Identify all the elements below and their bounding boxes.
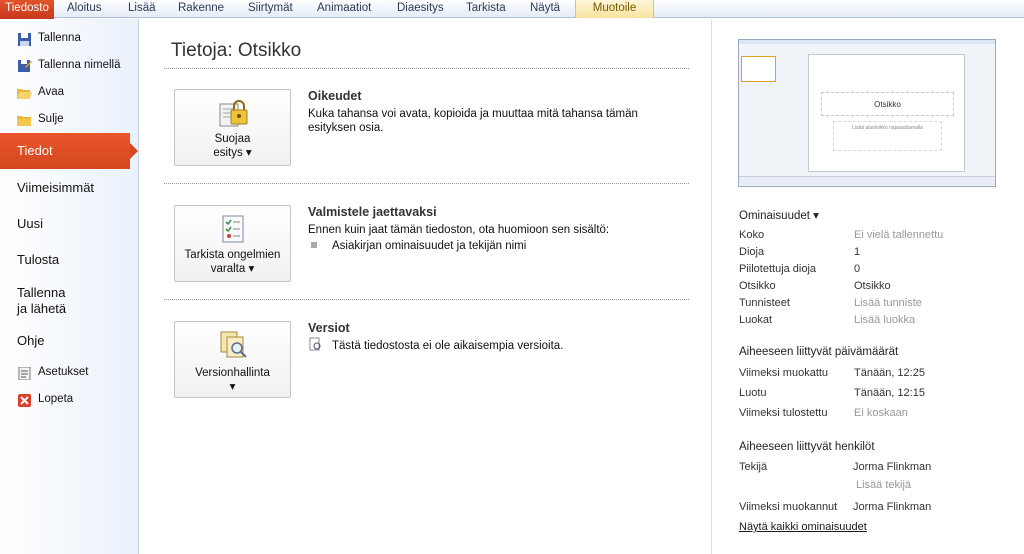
date-value: Tänään, 12:15 (854, 387, 925, 399)
recent-item[interactable]: Viimeisimmät (17, 180, 94, 195)
tab-transitions[interactable]: Siirtymät (248, 0, 293, 18)
prop-value: Ei vielä tallennettu (854, 229, 944, 241)
permissions-heading: Oikeudet (308, 89, 362, 103)
title-field[interactable]: Otsikko (854, 280, 891, 292)
version-info-icon (309, 337, 321, 351)
inspect-document-icon (222, 215, 244, 243)
properties-pane: Otsikko Lisää alaotsikko napsauttamalla … (711, 19, 1024, 554)
bullet-icon (311, 242, 317, 248)
related-people-header: Aiheeseen liittyvät henkilöt (739, 441, 875, 453)
prop-label: Otsikko (739, 280, 776, 292)
help-item[interactable]: Ohje (17, 333, 44, 348)
add-author-field[interactable]: Lisää tekijä (856, 479, 911, 491)
open-label: Avaa (38, 86, 65, 98)
manage-versions-button[interactable]: Versionhallinta ▾ (174, 321, 291, 398)
prop-label: Piilotettuja dioja (739, 263, 817, 275)
new-item[interactable]: Uusi (17, 216, 43, 231)
save-as-label: Tallenna nimellä (38, 59, 121, 71)
thumb-ribbon (739, 40, 995, 44)
tab-review[interactable]: Tarkista (466, 0, 506, 18)
tab-home[interactable]: Aloitus (67, 0, 102, 18)
permissions-text: Kuka tahansa voi avata, kopioida ja muut… (308, 108, 638, 134)
prop-label: Luokat (739, 314, 773, 326)
exit-label: Lopeta (38, 393, 74, 405)
prop-label: Koko (739, 229, 765, 241)
last-modified-by-label: Viimeksi muokannut (739, 501, 838, 513)
tab-insert[interactable]: Lisää (128, 0, 156, 18)
check-for-issues-label: Tarkista ongelmien varalta ▾ (184, 249, 281, 275)
date-label: Luotu (739, 387, 767, 399)
prepare-for-sharing-text: Ennen kuin jaat tämän tiedoston, ota huo… (308, 224, 610, 236)
date-value: Tänään, 12:25 (854, 367, 925, 379)
tab-design[interactable]: Rakenne (178, 0, 224, 18)
last-modified-by-name[interactable]: Jorma Flinkman (853, 501, 931, 513)
versions-icon (220, 331, 247, 358)
versions-text: Tästä tiedostosta ei ole aikaisempia ver… (332, 340, 564, 352)
save-icon (18, 33, 31, 46)
backstage-sidebar: Tallenna Tallenna nimellä Avaa Sulje Tie… (0, 19, 139, 554)
options-icon (18, 367, 31, 380)
divider (164, 68, 689, 69)
exit-icon (18, 394, 31, 407)
tab-file[interactable]: Tiedosto (0, 0, 54, 19)
save-as-icon (18, 60, 32, 72)
page-title: Tietoja: Otsikko (171, 40, 302, 61)
options-label: Asetukset (38, 366, 89, 378)
protect-presentation-label: Suojaa esitys ▾ (213, 133, 252, 159)
thumb-slide-mini (741, 56, 776, 82)
date-label: Viimeksi muokattu (739, 367, 829, 379)
prop-value: 0 (854, 263, 861, 275)
lock-icon (219, 100, 248, 127)
tab-view[interactable]: Näytä (530, 0, 560, 18)
open-folder-icon (17, 89, 32, 99)
thumb-slide-subtitle: Lisää alaotsikko napsauttamalla (833, 121, 942, 151)
tags-field[interactable]: Lisää tunniste (854, 297, 922, 309)
tab-format[interactable]: Muotoile (575, 0, 654, 18)
manage-versions-label: Versionhallinta ▾ (195, 367, 270, 393)
print-item[interactable]: Tulosta (17, 252, 59, 267)
tab-animations[interactable]: Animaatiot (317, 0, 371, 18)
prop-label: Dioja (739, 246, 765, 258)
prop-label: Tunnisteet (739, 297, 790, 309)
prop-value: 1 (854, 246, 861, 258)
thumb-statusbar (739, 176, 995, 185)
info-item-active[interactable]: Tiedot (0, 133, 138, 169)
presentation-thumbnail[interactable]: Otsikko Lisää alaotsikko napsauttamalla (738, 39, 996, 187)
info-pane: Tietoja: Otsikko Suojaa esitys ▾ Oikeude… (139, 19, 711, 554)
categories-field[interactable]: Lisää luokka (854, 314, 915, 326)
tab-slideshow[interactable]: Diaesitys (397, 0, 444, 18)
author-name[interactable]: Jorma Flinkman (853, 461, 931, 473)
ribbon-tabs: Tiedosto Aloitus Lisää Rakenne Siirtymät… (0, 0, 1024, 19)
date-value: Ei koskaan (854, 407, 908, 419)
divider (164, 299, 689, 300)
save-and-send-item[interactable]: Tallenna ja lähetä (17, 285, 66, 317)
close-folder-icon (17, 116, 31, 126)
prepare-for-sharing-heading: Valmistele jaettavaksi (308, 205, 437, 219)
date-label: Viimeksi tulostettu (739, 407, 828, 419)
thumb-slide-title: Otsikko (821, 92, 954, 116)
thumb-slide: Otsikko Lisää alaotsikko napsauttamalla (808, 54, 965, 172)
divider (164, 183, 689, 184)
versions-heading: Versiot (308, 321, 350, 335)
document-properties-bullet: Asiakirjan ominaisuudet ja tekijän nimi (332, 240, 527, 252)
close-label: Sulje (38, 113, 64, 125)
protect-presentation-button[interactable]: Suojaa esitys ▾ (174, 89, 291, 166)
check-for-issues-button[interactable]: Tarkista ongelmien varalta ▾ (174, 205, 291, 282)
properties-header[interactable]: Ominaisuudet ▾ (739, 208, 819, 222)
show-all-properties-link[interactable]: Näytä kaikki ominaisuudet (739, 521, 867, 533)
related-dates-header: Aiheeseen liittyvät päivämäärät (739, 346, 899, 358)
author-label: Tekijä (739, 461, 768, 473)
save-label: Tallenna (38, 32, 81, 44)
